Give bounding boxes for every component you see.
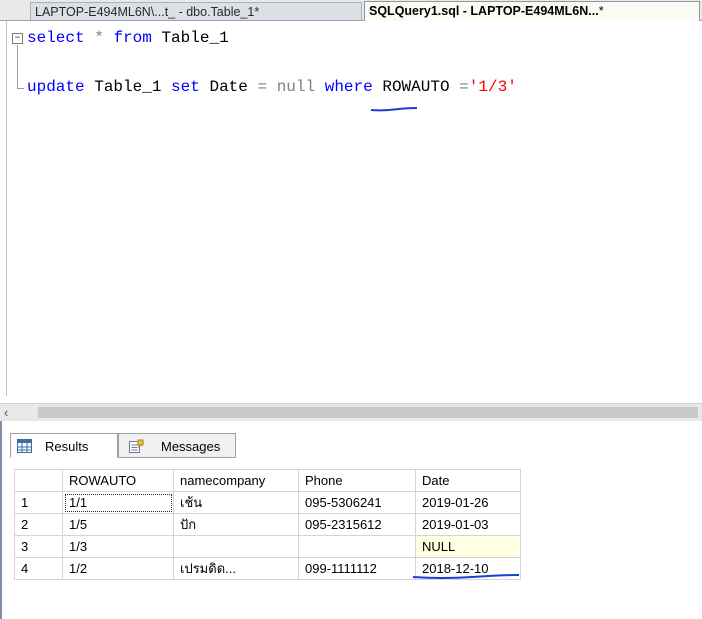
- tab-dirty-mark: *: [598, 4, 604, 18]
- fold-guide-end: [17, 88, 24, 89]
- operator-equals: =: [459, 78, 469, 96]
- row-number[interactable]: 3: [14, 535, 63, 558]
- code-line-select[interactable]: select * from Table_1: [27, 29, 229, 47]
- cell-date-null[interactable]: NULL: [415, 535, 521, 558]
- tab-results-label: Results: [45, 439, 89, 454]
- cell-phone[interactable]: 095-5306241: [298, 491, 416, 514]
- keyword-from: from: [113, 29, 152, 47]
- annotation-underline-null-date: [412, 574, 520, 579]
- tab-messages-label: Messages: [161, 439, 221, 454]
- keyword-select: select: [27, 29, 85, 47]
- table-row[interactable]: 2 1/5 ปัก 095-2315612 2019-01-03: [14, 513, 521, 536]
- operator-equals: =: [257, 78, 268, 96]
- column-header-rowauto[interactable]: ROWAUTO: [62, 469, 174, 492]
- scroll-left-icon[interactable]: ‹: [4, 404, 8, 421]
- grid-icon: [17, 439, 32, 453]
- operator-star: *: [94, 29, 104, 47]
- cell-date[interactable]: 2019-01-26: [415, 491, 521, 514]
- cell-namecompany[interactable]: ปัก: [173, 513, 299, 536]
- cell-namecompany[interactable]: เช้น: [173, 491, 299, 514]
- table-row[interactable]: 3 1/3 NULL: [14, 535, 521, 558]
- identifier-table: Table_1: [94, 78, 162, 96]
- scrollbar-thumb[interactable]: [38, 407, 698, 418]
- annotation-underline-null: [370, 107, 418, 112]
- column-header-phone[interactable]: Phone: [298, 469, 416, 492]
- identifier-column-date: Date: [209, 78, 248, 96]
- grid-header-row: ROWAUTO namecompany Phone Date: [14, 469, 521, 492]
- tab-label: LAPTOP-E494ML6N\...t_ - dbo.Table_1*: [35, 5, 260, 19]
- cell-namecompany[interactable]: [173, 535, 299, 558]
- editor-horizontal-scrollbar[interactable]: ‹: [0, 403, 702, 421]
- cell-rowauto[interactable]: 1/5: [62, 513, 174, 536]
- string-literal: '1/3': [468, 78, 517, 96]
- tab-results[interactable]: Results: [10, 433, 118, 458]
- cell-rowauto[interactable]: 1/2: [62, 557, 174, 580]
- column-header-namecompany[interactable]: namecompany: [173, 469, 299, 492]
- code-line-update[interactable]: update Table_1 set Date = null where ROW…: [27, 78, 517, 96]
- row-number-header[interactable]: [14, 469, 63, 492]
- tab-label: SQLQuery1.sql - LAPTOP-E494ML6N...: [369, 4, 599, 18]
- identifier-column-rowauto: ROWAUTO: [382, 78, 450, 96]
- messages-icon: [129, 439, 144, 453]
- results-grid[interactable]: ROWAUTO namecompany Phone Date 1 1/1 เช้…: [14, 469, 521, 580]
- row-number[interactable]: 4: [14, 557, 63, 580]
- results-pane: Results Messages ROWAUTO namecompany Pho…: [0, 421, 702, 619]
- cell-phone[interactable]: 095-2315612: [298, 513, 416, 536]
- cell-rowauto[interactable]: 1/1: [62, 491, 174, 514]
- cell-phone[interactable]: 099-1111112: [298, 557, 416, 580]
- fold-guide-line: [17, 45, 18, 89]
- keyword-where: where: [324, 78, 373, 96]
- tab-table-designer[interactable]: LAPTOP-E494ML6N\...t_ - dbo.Table_1*: [30, 2, 362, 20]
- identifier-table: Table_1: [161, 29, 229, 47]
- keyword-set: set: [171, 78, 200, 96]
- table-row[interactable]: 1 1/1 เช้น 095-5306241 2019-01-26: [14, 491, 521, 514]
- column-header-date[interactable]: Date: [415, 469, 521, 492]
- tab-messages[interactable]: Messages: [118, 433, 236, 458]
- cell-phone[interactable]: [298, 535, 416, 558]
- tab-sqlquery1[interactable]: SQLQuery1.sql - LAPTOP-E494ML6N...*: [364, 1, 700, 21]
- cell-namecompany[interactable]: เปรมดิด...: [173, 557, 299, 580]
- cell-date[interactable]: 2019-01-03: [415, 513, 521, 536]
- query-editor[interactable]: − select * from Table_1 update Table_1 s…: [6, 21, 702, 396]
- collapse-icon[interactable]: −: [12, 33, 23, 44]
- keyword-update: update: [27, 78, 85, 96]
- row-number[interactable]: 2: [14, 513, 63, 536]
- cell-rowauto[interactable]: 1/3: [62, 535, 174, 558]
- keyword-null: null: [276, 78, 316, 96]
- row-number[interactable]: 1: [14, 491, 63, 514]
- document-tab-strip: LAPTOP-E494ML6N\...t_ - dbo.Table_1* SQL…: [0, 0, 702, 21]
